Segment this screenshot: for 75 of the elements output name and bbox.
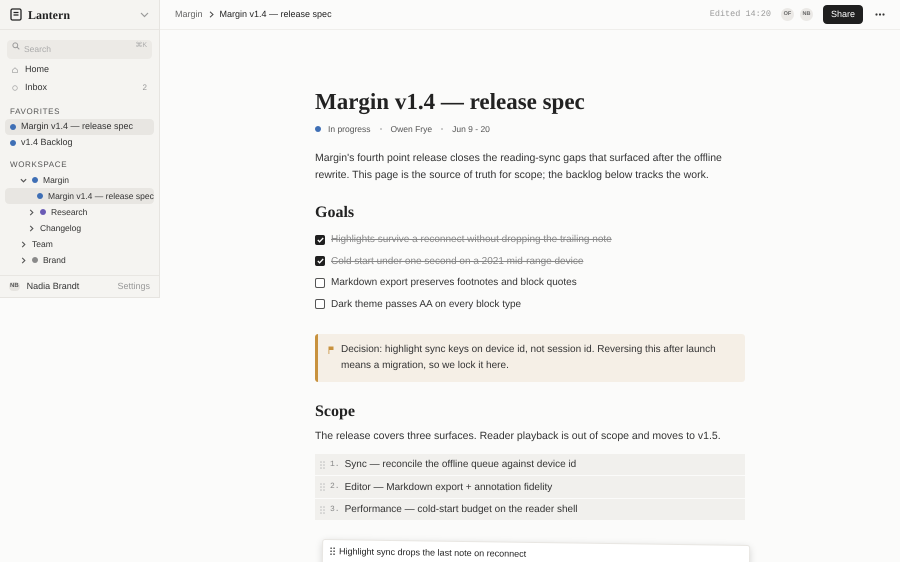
item-label: Changelog [40, 222, 82, 234]
list-number: 1. [330, 458, 340, 470]
more-icon[interactable] [875, 13, 885, 16]
item-label: Brand [43, 254, 66, 266]
drag-handle-icon[interactable] [320, 506, 325, 514]
goal-text: Cold start under one second on a 2021 mid-range device [331, 254, 584, 268]
section-heading: FAVORITES [9, 106, 62, 118]
count-label: 2 [142, 82, 147, 94]
sidebar-item[interactable]: v1.4 Backlog [5, 135, 154, 151]
sidebar-item[interactable]: Margin [5, 172, 154, 188]
sidebar-item[interactable]: Team [5, 236, 154, 252]
status-label: In progress [328, 123, 371, 136]
check-icon [316, 258, 324, 264]
breadcrumb-link[interactable]: Margin [175, 8, 203, 22]
goal-text: Markdown export preserves footnotes and block quotes [331, 276, 577, 290]
list-text: Performance — cold-start budget on the reader shell [344, 503, 578, 517]
caret-icon[interactable] [28, 208, 35, 216]
owner-label: Owen Frye [390, 123, 432, 136]
checkbox[interactable] [315, 278, 325, 288]
check-icon [316, 236, 324, 242]
chevron-down-icon[interactable] [140, 12, 149, 18]
edited-time: Edited 14:20 [710, 8, 771, 21]
list-number: 2. [330, 481, 340, 493]
separator-dot-icon [380, 128, 382, 130]
drag-handle-icon[interactable] [320, 483, 325, 491]
item-label: Research [51, 206, 88, 218]
card-title: Highlight sync drops the last note on reconnect [338, 546, 526, 560]
user-name: Nadia Brandt [26, 280, 80, 293]
list-number: 3. [330, 504, 340, 516]
checkbox[interactable] [315, 234, 325, 244]
caret-icon[interactable] [20, 240, 27, 248]
intro-paragraph: Margin's fourth point release closes the reading-sync gaps that surfaced after the offline rewrite. This page is the source of truth for scope; the backlog below tracks the work. [315, 150, 723, 183]
list-text: Sync — reconcile the offline queue against device id [344, 458, 576, 472]
breadcrumb-link[interactable]: Margin v1.4 — release spec [220, 8, 332, 22]
workspace-name: Lantern [28, 6, 70, 24]
list-text: Editor — Markdown export + annotation fidelity [344, 480, 552, 494]
nav-item[interactable]: Inbox 2 [0, 79, 159, 97]
sidebar-item[interactable]: Brand [5, 252, 154, 268]
item-label: Margin v1.4 — release spec [48, 190, 154, 202]
caret-icon[interactable] [20, 176, 27, 184]
sidebar-item[interactable]: Margin v1.4 — release spec [5, 188, 154, 204]
section-heading: Goals [315, 202, 356, 223]
flag-icon [328, 346, 334, 354]
item-label: v1.4 Backlog [21, 136, 73, 150]
checkbox[interactable] [315, 256, 325, 266]
chevron-right-icon [208, 11, 214, 18]
sidebar-item[interactable]: Changelog [5, 220, 154, 236]
inbox-icon [12, 85, 18, 91]
nav-label: Home [25, 63, 50, 76]
item-label: Margin [43, 174, 69, 186]
checkbox[interactable] [315, 299, 325, 309]
nav-item[interactable]: Home [0, 61, 159, 79]
search-icon [12, 42, 20, 50]
section-heading: WORKSPACE [9, 159, 68, 171]
section-heading: Scope [315, 402, 356, 422]
drag-handle-icon [330, 547, 336, 556]
nav-label: Inbox [25, 81, 48, 94]
share-button[interactable]: Share [822, 5, 863, 24]
scope-paragraph: The release covers three surfaces. Reader playback is out of scope and moves to v1.5. [315, 428, 722, 444]
goal-text: Highlights survive a reconnect without dropping the trailing note [331, 233, 612, 247]
dragged-card[interactable]: Highlight sync drops the last note on reconnect [322, 539, 750, 562]
item-label: Margin v1.4 — release spec [21, 120, 134, 134]
item-label: Team [32, 238, 53, 250]
date-range: Jun 9 - 20 [452, 123, 490, 136]
separator-dot-icon [441, 128, 444, 130]
callout-text: Decision: highlight sync keys on device id, not session id. Reversing this after launch means a migration, so we lock it here. [341, 342, 717, 373]
caret-icon[interactable] [28, 224, 35, 232]
drag-handle-icon[interactable] [320, 460, 325, 468]
sidebar-item[interactable]: Research [5, 204, 154, 220]
home-icon [12, 67, 18, 73]
page-title: Margin v1.4 — release spec [315, 88, 586, 116]
sidebar-item[interactable]: Margin v1.4 — release spec [5, 119, 154, 135]
notebook-icon [10, 8, 22, 21]
goal-text: Dark theme passes AA on every block type [331, 298, 522, 312]
caret-icon[interactable] [20, 256, 27, 264]
